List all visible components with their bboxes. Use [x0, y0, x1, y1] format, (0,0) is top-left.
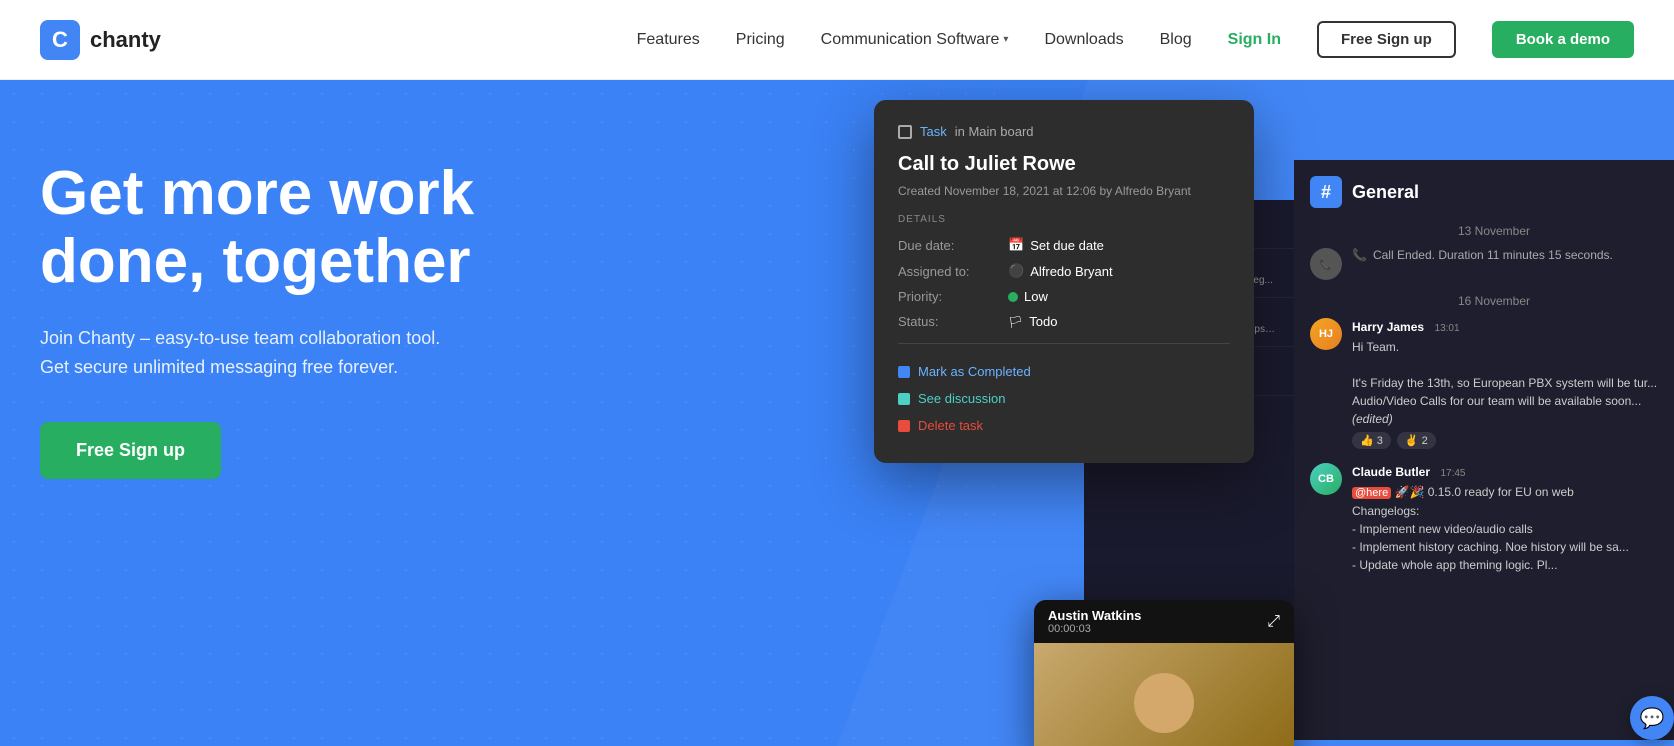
msg-time: 13:01 [1435, 323, 1460, 334]
task-status-row: Status: 🏳 Todo [898, 314, 1230, 329]
call-message: 📞 Call Ended. Duration 11 minutes 15 sec… [1352, 248, 1674, 262]
reaction-victory[interactable]: ✌️ 2 [1397, 432, 1436, 449]
complete-icon [898, 366, 910, 378]
chat-support-icon[interactable]: 💬 [1630, 696, 1674, 740]
channel-icon: # [1310, 176, 1342, 208]
task-card: Task in Main board Call to Juliet Rowe C… [874, 100, 1254, 463]
flag-icon: 🏳 [1008, 315, 1023, 329]
msg-text: @here 🚀🎉 0.15.0 ready for EU on web Chan… [1352, 483, 1674, 574]
nav-features[interactable]: Features [637, 31, 700, 49]
video-call-card: Austin Watkins 00:00:03 ⤢ [1034, 600, 1294, 746]
task-created: Created November 18, 2021 at 12:06 by Al… [898, 184, 1230, 198]
msg-reactions: 👍 3 ✌️ 2 [1352, 432, 1674, 449]
nav-book-demo-button[interactable]: Book a demo [1492, 21, 1634, 58]
video-preview [1034, 643, 1294, 746]
face-placeholder [1134, 673, 1194, 733]
delete-icon [898, 420, 910, 432]
nav-links: Features Pricing Communication Software … [637, 21, 1634, 58]
nav-blog[interactable]: Blog [1160, 31, 1192, 49]
avatar: 📞 [1310, 248, 1342, 280]
msg-time: 17:45 [1440, 468, 1465, 479]
video-call-duration: 00:00:03 [1048, 623, 1141, 635]
nav-signin[interactable]: Sign In [1228, 31, 1281, 49]
priority-dot-icon [1008, 292, 1018, 302]
expand-icon[interactable]: ⤢ [1267, 613, 1280, 631]
chat-message-harry: HJ Harry James 13:01 Hi Team. It's Frida… [1310, 318, 1674, 449]
task-assigned-row: Assigned to: ⚫ Alfredo Bryant [898, 263, 1230, 279]
hero-cta-button[interactable]: Free Sign up [40, 422, 221, 479]
phone-icon: 📞 [1352, 248, 1367, 262]
discussion-icon [898, 393, 910, 405]
task-assigned-val: ⚫ Alfredo Bryant [1008, 263, 1113, 279]
date-divider-2: 16 November [1310, 294, 1674, 308]
mention-highlight: @here [1352, 487, 1391, 499]
msg-text: Hi Team. It's Friday the 13th, so Europe… [1352, 338, 1674, 428]
chat-message-claude: CB Claude Butler 17:45 @here 🚀🎉 0.15.0 r… [1310, 463, 1674, 574]
task-title: Call to Juliet Rowe [898, 153, 1230, 176]
logo[interactable]: C chanty [40, 20, 161, 60]
task-divider [898, 343, 1230, 344]
task-card-breadcrumb: Task in Main board [898, 124, 1230, 139]
task-priority-val: Low [1008, 289, 1048, 304]
avatar: CB [1310, 463, 1342, 495]
hero-title: Get more work done, together [40, 160, 474, 296]
hero-subtitle: Join Chanty – easy-to-use team collabora… [40, 324, 474, 382]
calendar-icon: 📅 [1008, 237, 1024, 253]
nav-comm-software[interactable]: Communication Software ▾ [821, 31, 1009, 49]
video-call-name: Austin Watkins [1048, 608, 1141, 623]
chat-header: # General [1310, 176, 1674, 208]
task-status-val: 🏳 Todo [1008, 314, 1057, 329]
date-divider-1: 13 November [1310, 224, 1674, 238]
nav-pricing[interactable]: Pricing [736, 31, 785, 49]
msg-author: Claude Butler [1352, 465, 1430, 479]
chevron-down-icon: ▾ [1003, 34, 1008, 45]
nav-downloads[interactable]: Downloads [1044, 31, 1123, 49]
chat-main-panel: # General 13 November 📞 📞 Call Ended. Du… [1294, 160, 1674, 740]
task-link: Task [920, 124, 947, 139]
system-message: 📞 📞 Call Ended. Duration 11 minutes 15 s… [1310, 248, 1674, 280]
task-due-date-row: Due date: 📅 Set due date [898, 237, 1230, 253]
hero-section: Get more work done, together Join Chanty… [0, 80, 1674, 746]
logo-text: chanty [90, 27, 161, 53]
navbar: C chanty Features Pricing Communication … [0, 0, 1674, 80]
task-discussion-action[interactable]: See discussion [898, 385, 1230, 412]
user-icon: ⚫ [1008, 263, 1024, 279]
reaction-thumbs-up[interactable]: 👍 3 [1352, 432, 1391, 449]
task-details-label: DETAILS [898, 214, 1230, 225]
hero-content: Get more work done, together Join Chanty… [40, 140, 474, 479]
hero-screenshots: Task in Main board Call to Juliet Rowe C… [834, 100, 1674, 746]
video-call-header: Austin Watkins 00:00:03 ⤢ [1034, 600, 1294, 643]
task-priority-row: Priority: Low [898, 289, 1230, 304]
msg-author: Harry James [1352, 320, 1424, 334]
task-complete-action[interactable]: Mark as Completed [898, 358, 1230, 385]
chat-title: General [1352, 182, 1419, 203]
logo-icon: C [40, 20, 80, 60]
nav-free-signup-button[interactable]: Free Sign up [1317, 21, 1456, 58]
task-checkbox-icon [898, 125, 912, 139]
avatar: HJ [1310, 318, 1342, 350]
task-delete-action[interactable]: Delete task [898, 412, 1230, 439]
task-due-date-val: 📅 Set due date [1008, 237, 1104, 253]
